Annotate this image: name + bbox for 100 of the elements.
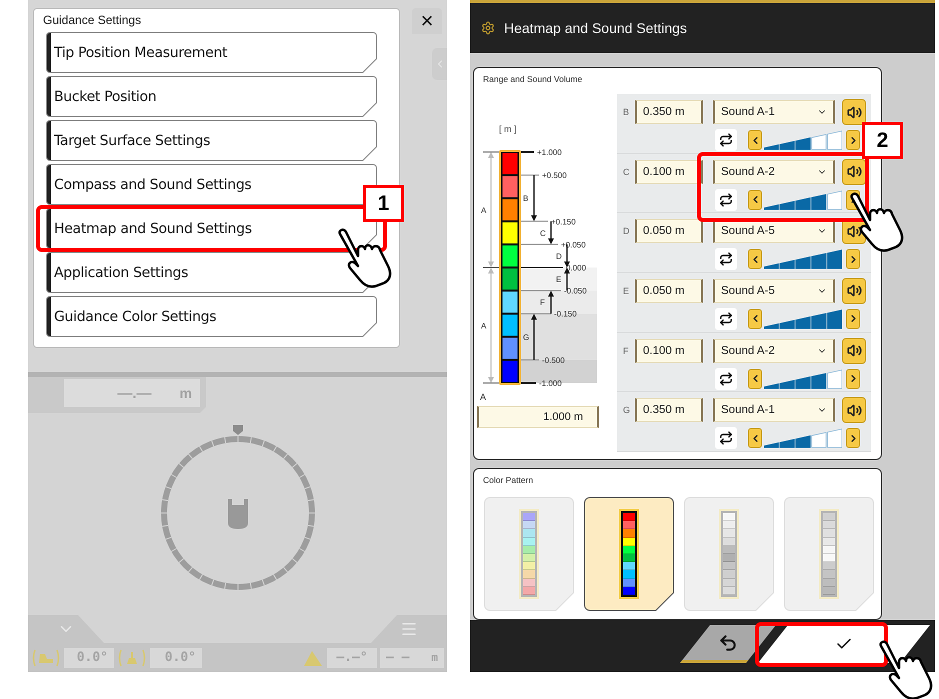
range-letter: E (556, 275, 562, 284)
menu-item[interactable]: Guidance Color Settings (46, 296, 377, 337)
color-pattern-option[interactable] (784, 497, 874, 611)
volume-down-button[interactable] (748, 308, 762, 329)
sound-dropdown[interactable]: Sound A-2 (713, 160, 835, 184)
speaker-icon (846, 402, 862, 418)
tick-label: +0.150 (551, 217, 576, 226)
repeat-button[interactable] (715, 368, 737, 390)
tick-label: -0.150 (554, 310, 577, 319)
row-label: G (623, 405, 632, 416)
repeat-icon (719, 192, 733, 207)
range-letter: G (523, 332, 530, 342)
row-label: B (623, 107, 630, 117)
settings-icon (481, 21, 495, 35)
repeat-button[interactable] (715, 427, 737, 450)
speaker-icon (846, 104, 862, 120)
return-arrow-icon (718, 632, 738, 652)
sound-dropdown[interactable]: Sound A-5 (713, 278, 835, 303)
close-button[interactable]: × (412, 8, 442, 34)
screen-title: Heatmap and Sound Settings (504, 20, 687, 36)
range-letter: F (540, 298, 545, 308)
menu-item[interactable]: Bucket Position (46, 76, 377, 117)
tick-label: -1.000 (539, 379, 562, 386)
range-field[interactable]: 0.100 m (635, 160, 703, 184)
repeat-icon (719, 133, 733, 147)
panel-title: Color Pattern (482, 474, 534, 487)
repeat-icon (719, 372, 733, 386)
row-label: D (623, 226, 630, 236)
row-label: C (623, 166, 630, 177)
range-arrow (531, 175, 537, 222)
speaker-icon (846, 164, 862, 180)
readout-unit: m (180, 385, 192, 401)
step-number: 1 (363, 185, 404, 222)
sound-dropdown[interactable]: Sound A-1 (713, 398, 835, 422)
repeat-button[interactable] (715, 308, 737, 330)
speaker-icon (846, 224, 862, 239)
range-arrow (548, 290, 554, 314)
color-pattern-option[interactable] (584, 497, 674, 611)
tick-label: +1.000 (537, 148, 562, 157)
repeat-button[interactable] (715, 129, 737, 151)
volume-up-button[interactable] (846, 249, 860, 270)
sound-dropdown[interactable]: Sound A-1 (713, 100, 835, 124)
sound-dropdown[interactable]: Sound A-2 (713, 338, 835, 363)
range-field[interactable]: 0.100 m (635, 338, 703, 363)
volume-up-button[interactable] (846, 428, 860, 448)
range-field[interactable]: 0.050 m (635, 278, 703, 303)
repeat-icon (719, 431, 733, 446)
speaker-icon (846, 283, 862, 298)
range-letter: C (540, 228, 546, 238)
volume-up-button[interactable] (846, 368, 860, 389)
repeat-icon (719, 252, 733, 266)
menu-title: Guidance Settings (43, 13, 142, 29)
volume-down-button[interactable] (748, 428, 762, 448)
depth-value: — — (386, 650, 410, 665)
volume-up-button[interactable] (846, 130, 860, 150)
menu-item[interactable]: Target Surface Settings (46, 120, 377, 161)
range-letter: D (556, 252, 562, 261)
speaker-button[interactable] (842, 278, 866, 304)
readout-value: —.— (117, 384, 152, 402)
field-label: A (480, 392, 488, 402)
volume-meter[interactable] (762, 188, 844, 211)
tick-label: +0.500 (542, 171, 567, 180)
volume-down-button[interactable] (748, 130, 762, 150)
range-a-field[interactable]: 1.000 m (477, 406, 599, 428)
volume-down-button[interactable] (748, 190, 762, 210)
speaker-button[interactable] (842, 397, 866, 424)
panel-title: Range and Sound Volume (482, 73, 584, 86)
range-field[interactable]: 0.350 m (635, 100, 703, 124)
volume-up-button[interactable] (846, 308, 860, 329)
speaker-button[interactable] (842, 338, 866, 364)
range-letter: B (523, 194, 528, 204)
menu-item[interactable]: Tip Position Measurement (46, 32, 377, 73)
range-arrow (531, 314, 537, 360)
range-letter: A (481, 321, 486, 330)
row-label: E (623, 286, 630, 296)
menu-icon (400, 620, 418, 638)
speaker-button[interactable] (842, 99, 866, 125)
step-number: 2 (862, 122, 903, 159)
volume-down-button[interactable] (748, 249, 762, 270)
range-field[interactable]: 0.350 m (635, 398, 703, 422)
volume-meter[interactable] (762, 427, 844, 450)
color-pattern-option[interactable] (684, 497, 774, 611)
repeat-button[interactable] (715, 248, 737, 270)
angle-readout: —.—° (327, 648, 377, 668)
volume-meter[interactable] (762, 368, 844, 390)
range-field[interactable]: 0.050 m (635, 219, 703, 244)
hand-pointer-icon (336, 228, 394, 288)
row-label: F (623, 346, 630, 356)
volume-down-button[interactable] (748, 368, 762, 389)
speaker-icon (846, 343, 862, 358)
color-pattern-option[interactable] (484, 497, 574, 611)
tick-label: -0.050 (564, 286, 587, 296)
volume-meter[interactable] (762, 129, 844, 151)
tick-label: +0.050 (561, 240, 586, 250)
range-letter: A (481, 206, 486, 215)
tick-label: -0.500 (542, 356, 565, 365)
unit-label: [ m ] (499, 124, 516, 134)
repeat-button[interactable] (715, 188, 737, 211)
menu-item[interactable]: Compass and Sound Settings (46, 164, 377, 205)
speaker-button[interactable] (842, 158, 866, 185)
